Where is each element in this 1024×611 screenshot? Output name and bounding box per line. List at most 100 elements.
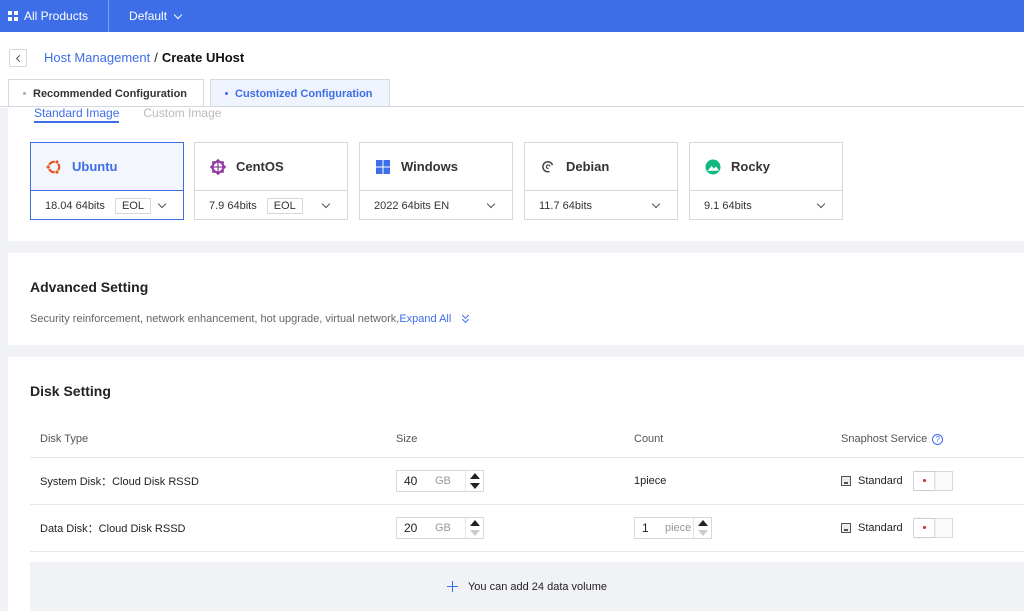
count-cell: 1 piece [634,505,712,551]
chevron-down-icon [157,199,167,209]
table-row: System Disk：Cloud Disk RSSD 40 GB 1piece… [30,458,1024,505]
chevron-down-icon [486,199,496,209]
os-version-select[interactable]: 11.7 64bits [525,190,677,220]
os-version-select[interactable]: 18.04 64bits EOL [31,190,183,220]
eol-badge: EOL [114,197,151,214]
data-disk-size-input[interactable]: 20 GB [396,517,484,539]
tab-standard-image[interactable]: Standard Image [34,107,120,123]
help-icon[interactable]: ? [932,433,944,445]
header-snapshot: Snaphost Service ? [841,421,944,457]
table-header-row: Disk Type Size Count Snaphost Service ? [30,421,1024,458]
breadcrumb: Host Management / Create UHost [44,50,244,65]
tab-label: Customized Configuration [235,87,373,100]
data-disk-count-input[interactable]: 1 piece [634,517,712,539]
snapshot-cell: Standard [841,458,953,504]
grid-icon [8,11,18,21]
windows-icon [376,159,390,174]
disk-table: Disk Type Size Count Snaphost Service ? … [30,421,1024,552]
os-name: Windows [401,159,458,174]
tab-recommended-configuration[interactable]: Recommended Configuration [8,79,205,107]
add-data-volume-label: You can add 24 data volume [467,580,608,593]
back-button[interactable] [9,49,27,67]
chevron-left-icon [15,54,23,62]
disk-icon [841,523,851,533]
size-cell: 40 GB [396,458,484,504]
size-stepper[interactable] [465,471,483,491]
increment-icon[interactable] [470,473,480,479]
size-stepper[interactable] [465,518,483,538]
snapshot-cell: Standard [841,505,953,551]
count-unit: piece [665,522,692,534]
header-snapshot-label: Snaphost Service [841,433,928,445]
page-title: Create UHost [161,50,245,65]
os-name: CentOS [236,159,284,174]
decrement-icon[interactable] [470,530,480,536]
os-version: 11.7 64bits [539,199,593,212]
disk-icon [841,476,851,486]
double-chevron-down-icon[interactable] [462,312,470,324]
os-name: Debian [566,159,610,174]
top-bar: All Products Default [0,0,1024,32]
os-version-select[interactable]: 7.9 64bits EOL [195,190,347,220]
decrement-icon[interactable] [470,483,480,489]
chevron-down-icon [816,199,826,209]
os-option-rocky[interactable]: Rocky 9.1 64bits [689,142,843,220]
snapshot-toggle[interactable] [912,471,953,491]
tab-custom-image[interactable]: Custom Image [143,107,221,123]
tab-dot-icon [225,92,229,95]
chevron-down-icon [321,199,331,209]
chevron-down-icon [173,10,183,19]
section-title: Advanced Setting [30,279,149,295]
project-selector[interactable]: Default [129,9,183,23]
count-value: 1 [642,521,649,535]
snapshot-label: Standard [858,475,903,487]
breadcrumb-separator: / [154,50,158,65]
count-stepper[interactable] [693,518,711,538]
all-products-menu[interactable]: All Products [0,0,110,32]
advanced-description: Security reinforcement, network enhancem… [30,312,470,325]
size-unit: GB [435,522,451,534]
os-version-select[interactable]: 2022 64bits EN [360,190,512,220]
os-version-select[interactable]: 9.1 64bits [690,190,842,220]
os-option-centos[interactable]: CentOS 7.9 64bits EOL [194,142,348,220]
system-disk-size-input[interactable]: 40 GB [396,470,484,492]
header-count: Count [634,433,664,445]
eol-badge: EOL [266,197,303,214]
advanced-setting-section: Advanced Setting Security reinforcement,… [8,253,1024,345]
plus-icon [446,581,458,592]
increment-icon[interactable] [698,520,708,526]
os-version: 18.04 64bits [45,199,105,212]
os-option-ubuntu[interactable]: Ubuntu 18.04 64bits EOL [30,142,184,220]
snapshot-label: Standard [858,522,903,534]
size-value: 40 [404,474,418,488]
debian-icon [542,160,554,173]
all-products-label: All Products [24,9,89,23]
tab-dot-icon [23,92,26,95]
ubuntu-icon [45,159,61,174]
tab-customized-configuration[interactable]: Customized Configuration [210,79,390,107]
os-version: 9.1 64bits [704,199,752,212]
size-cell: 20 GB [396,505,484,551]
tab-label: Recommended Configuration [33,87,188,100]
breadcrumb-host-management[interactable]: Host Management [44,50,150,65]
table-row: Data Disk：Cloud Disk RSSD 20 GB 1 piece [30,505,1024,552]
os-version: 7.9 64bits [209,199,257,212]
advanced-description-text: Security reinforcement, network enhancem… [30,313,400,325]
disk-setting-section: Disk Setting Disk Type Size Count Snapho… [8,357,1024,611]
os-option-debian[interactable]: Debian 11.7 64bits [524,142,678,220]
add-data-volume-button[interactable]: You can add 24 data volume [30,562,1024,611]
decrement-icon[interactable] [698,530,708,536]
os-option-windows[interactable]: Windows 2022 64bits EN [359,142,513,220]
os-name: Rocky [731,159,771,174]
snapshot-toggle[interactable] [912,518,953,538]
header-size: Size [396,433,418,445]
rocky-icon [705,159,721,174]
configuration-tabs: Recommended Configuration Customized Con… [8,79,396,107]
increment-icon[interactable] [470,520,480,526]
section-title: Disk Setting [30,383,111,399]
centos-icon [209,158,227,175]
os-name: Ubuntu [72,159,118,174]
size-value: 20 [404,521,418,535]
expand-all-link[interactable]: Expand All [399,313,451,325]
image-section: Standard Image Custom Image Ubuntu 18.04… [8,107,1024,241]
